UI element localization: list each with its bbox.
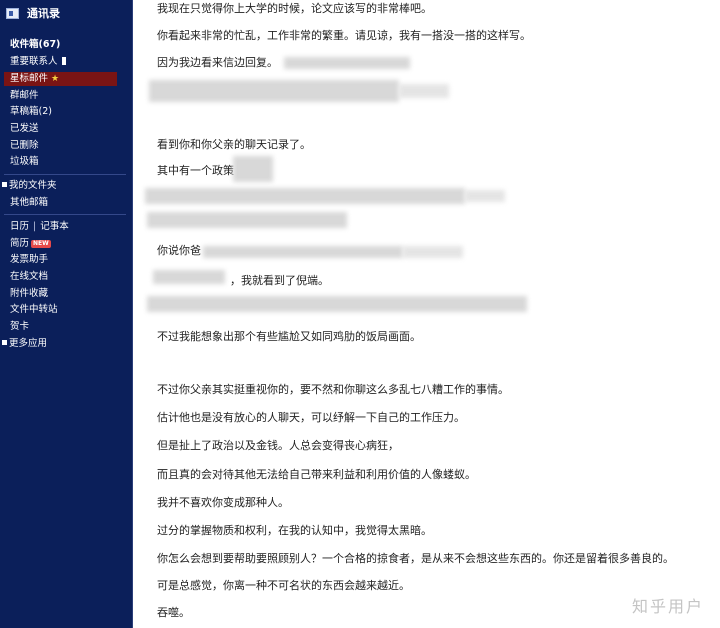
sidebar-divider (4, 214, 126, 215)
star-icon: ★ (51, 74, 60, 84)
sidebar-item-my-folders[interactable]: 我的文件夹 (2, 179, 57, 193)
redacted-text (147, 212, 347, 228)
sidebar-item-group[interactable]: 群邮件 (10, 89, 39, 103)
new-badge: NEW (31, 240, 51, 248)
redacted-text (145, 188, 465, 204)
expand-square-icon (2, 182, 7, 187)
sidebar-item-important[interactable]: 重要联系人 (10, 55, 66, 69)
email-line: 你说你爸 (157, 244, 201, 257)
redacted-text (465, 190, 505, 202)
email-line: 但是扯上了政治以及金钱。人总会变得丧心病狂， (157, 439, 399, 452)
sidebar-item-more-apps-label: 更多应用 (9, 338, 48, 349)
redacted-text (403, 246, 463, 258)
email-body: 我现在只觉得你上大学的时候，论文应该写的非常棒吧。 你看起来非常的忙乱，工作非常… (133, 0, 720, 628)
redacted-text (233, 156, 273, 182)
sidebar-item-starred[interactable]: 星标邮件 ★ (4, 72, 117, 86)
email-line: 估计他也是没有放心的人聊天，可以纾解一下自己的工作压力。 (157, 411, 465, 424)
email-line: 你怎么会想到要帮助要照顾别人？一个合格的掠食者，是从来不会想这些东西的。你还是留… (157, 552, 674, 565)
email-line: 我并不喜欢你变成那种人。 (157, 496, 289, 509)
sidebar: 通讯录 收件箱(67) 重要联系人 星标邮件 ★ 群邮件 草稿箱(2) 已发送 已… (0, 0, 133, 628)
sidebar-item-journal[interactable]: 简历 NEW (10, 237, 51, 251)
sidebar-item-cards[interactable]: 贺卡 (10, 320, 29, 334)
redacted-text (147, 296, 527, 312)
sidebar-item-file-transfer[interactable]: 文件中转站 (10, 303, 58, 317)
sidebar-item-starred-label: 星标邮件 (10, 73, 49, 84)
sidebar-item-deleted[interactable]: 已删除 (10, 139, 39, 153)
sidebar-divider (4, 174, 126, 175)
sidebar-item-sent[interactable]: 已发送 (10, 122, 39, 136)
email-line: 过分的掌握物质和权利，在我的认知中，我觉得太黑暗。 (157, 524, 432, 537)
sidebar-item-my-folders-label: 我的文件夹 (9, 180, 57, 191)
redacted-text (203, 246, 403, 258)
email-line: 其中有一个政策 (157, 164, 234, 177)
sidebar-item-attachments[interactable]: 附件收藏 (10, 287, 48, 301)
sidebar-item-online-docs[interactable]: 在线文档 (10, 270, 48, 284)
sidebar-item-other-mail[interactable]: 其他邮箱 (10, 196, 48, 210)
watermark: 知乎用户 (631, 597, 704, 616)
sidebar-item-invoice[interactable]: 发票助手 (10, 253, 48, 267)
sidebar-item-more-apps[interactable]: 更多应用 (2, 337, 47, 351)
sidebar-calendar-notes-row: 日历 | 记事本 (10, 220, 69, 234)
sidebar-item-notes[interactable]: 记事本 (40, 221, 69, 232)
email-line: 不过我能想象出那个有些尴尬又如同鸡肋的饭局画面。 (157, 330, 421, 343)
sidebar-item-journal-label: 简历 (10, 238, 30, 249)
email-line: 因为我边看来信边回复。 (157, 56, 278, 69)
redacted-text (284, 57, 410, 69)
sidebar-item-important-label: 重要联系人 (10, 56, 58, 67)
link-separator: | (33, 221, 37, 232)
email-line: ，我就看到了倪端。 (230, 274, 329, 287)
email-line: 我现在只觉得你上大学的时候，论文应该写的非常棒吧。 (157, 2, 432, 15)
sidebar-item-calendar[interactable]: 日历 (10, 221, 29, 232)
sidebar-item-inbox[interactable]: 收件箱(67) (10, 38, 60, 52)
address-book-icon (6, 7, 19, 19)
contacts-link[interactable]: 通讯录 (6, 5, 60, 21)
expand-square-icon (2, 340, 7, 345)
sidebar-item-drafts[interactable]: 草稿箱(2) (10, 105, 52, 119)
email-line: 你看起来非常的忙乱，工作非常的繁重。请见谅，我有一搭没一搭的这样写。 (157, 29, 531, 42)
flag-icon (61, 57, 66, 65)
email-line: 吞噬。 (157, 606, 190, 619)
sidebar-item-junk[interactable]: 垃圾箱 (10, 155, 39, 169)
email-line: 看到你和你父亲的聊天记录了。 (157, 138, 311, 151)
redacted-text (149, 80, 399, 102)
email-line: 而且真的会对待其他无法给自己带来利益和利用价值的人像蝼蚁。 (157, 468, 476, 481)
redacted-text (399, 84, 449, 98)
email-line: 可是总感觉，你离一种不可名状的东西会越来越近。 (157, 579, 410, 592)
contacts-label: 通讯录 (27, 7, 60, 20)
redacted-text (153, 270, 225, 284)
email-line: 不过你父亲其实挺重视你的，要不然和你聊这么多乱七八糟工作的事情。 (157, 383, 509, 396)
